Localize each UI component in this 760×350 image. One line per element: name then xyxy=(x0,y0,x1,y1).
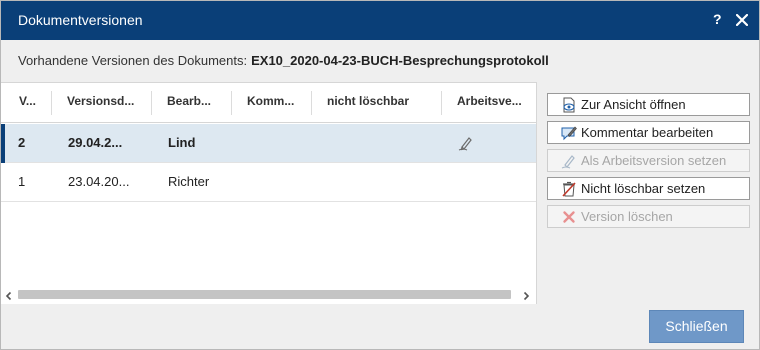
cell-version: 1 xyxy=(18,174,26,189)
cell-editor: Richter xyxy=(168,174,210,189)
set-working-version-icon xyxy=(561,153,577,169)
column-separator[interactable] xyxy=(51,91,52,115)
cell-editor: Lind xyxy=(168,135,196,150)
document-info: Vorhandene Versionen des Dokuments: EX10_… xyxy=(18,53,549,68)
set-working-version-label: Als Arbeitsversion setzen xyxy=(581,153,727,168)
column-separator[interactable] xyxy=(151,91,152,115)
delete-version-label: Version löschen xyxy=(581,209,673,224)
edit-comment-icon xyxy=(561,125,577,141)
close-icon[interactable] xyxy=(734,9,750,29)
column-header-editor[interactable]: Bearb... xyxy=(167,94,225,112)
dialog-title: Dokumentversionen xyxy=(18,12,143,28)
column-header-version-date[interactable]: Versionsd... xyxy=(67,94,143,112)
column-separator[interactable] xyxy=(311,91,312,115)
versions-table: V... Versionsd... Bearb... Komm... nicht… xyxy=(1,82,537,304)
column-header-version[interactable]: V... xyxy=(19,94,43,112)
column-separator[interactable] xyxy=(231,91,232,115)
versions-dialog: Dokumentversionen ? Vorhandene Versionen… xyxy=(0,0,760,350)
column-header-working-version[interactable]: Arbeitsve... xyxy=(457,94,529,112)
table-row[interactable]: 1 23.04.20... Richter xyxy=(1,163,536,202)
info-label: Vorhandene Versionen des Dokuments: xyxy=(18,53,248,68)
edit-comment-button[interactable]: Kommentar bearbeiten xyxy=(547,121,750,144)
document-name: EX10_2020-04-23-BUCH-Besprechungsprotoko… xyxy=(251,53,549,68)
view-document-icon xyxy=(561,97,577,113)
delete-version-button[interactable]: Version löschen xyxy=(547,205,750,228)
help-button[interactable]: ? xyxy=(713,11,722,27)
table-row[interactable]: 2 29.04.2... Lind xyxy=(1,124,536,163)
cell-version: 2 xyxy=(18,135,26,150)
column-header-comment[interactable]: Komm... xyxy=(247,94,305,112)
scrollbar-thumb[interactable] xyxy=(18,290,511,299)
set-not-deletable-label: Nicht löschbar setzen xyxy=(581,181,706,196)
delete-icon xyxy=(561,209,577,225)
close-dialog-button[interactable]: Schließen xyxy=(649,310,744,343)
open-view-label: Zur Ansicht öffnen xyxy=(581,97,686,112)
selection-indicator xyxy=(1,124,5,163)
scroll-right-icon[interactable] xyxy=(521,289,531,301)
open-view-button[interactable]: Zur Ansicht öffnen xyxy=(547,93,750,116)
set-not-deletable-button[interactable]: Nicht löschbar setzen xyxy=(547,177,750,200)
set-working-version-button[interactable]: Als Arbeitsversion setzen xyxy=(547,149,750,172)
cell-date: 29.04.2... xyxy=(68,135,123,150)
horizontal-scrollbar[interactable] xyxy=(1,285,536,304)
scroll-left-icon[interactable] xyxy=(4,289,14,301)
table-header: V... Versionsd... Bearb... Komm... nicht… xyxy=(1,83,536,123)
pen-icon xyxy=(458,135,474,154)
title-bar: Dokumentversionen ? xyxy=(1,1,759,40)
column-header-not-deletable[interactable]: nicht löschbar xyxy=(327,94,433,112)
column-separator[interactable] xyxy=(441,91,442,115)
protect-icon xyxy=(561,181,577,197)
cell-date: 23.04.20... xyxy=(68,174,130,189)
edit-comment-label: Kommentar bearbeiten xyxy=(581,125,714,140)
